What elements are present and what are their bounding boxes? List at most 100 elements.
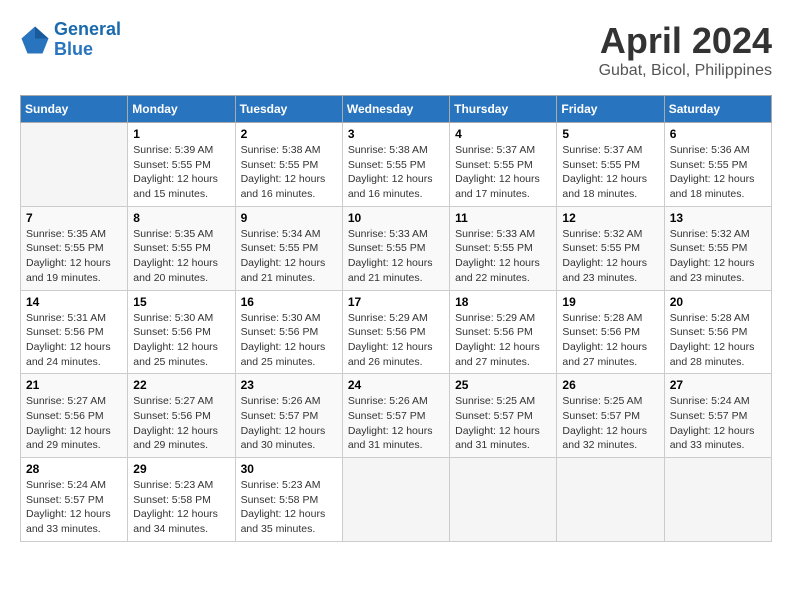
day-number: 30 (241, 462, 337, 476)
calendar-cell: 15 Sunrise: 5:30 AMSunset: 5:56 PMDayligh… (128, 290, 235, 374)
day-info: Sunrise: 5:27 AMSunset: 5:56 PMDaylight:… (133, 394, 229, 453)
page-subtitle: Gubat, Bicol, Philippines (599, 62, 772, 80)
calendar-cell: 5 Sunrise: 5:37 AMSunset: 5:55 PMDaylight… (557, 123, 664, 207)
weekday-header: Wednesday (342, 96, 449, 123)
day-number: 6 (670, 127, 766, 141)
day-number: 17 (348, 295, 444, 309)
calendar-cell: 7 Sunrise: 5:35 AMSunset: 5:55 PMDaylight… (21, 206, 128, 290)
day-info: Sunrise: 5:32 AMSunset: 5:55 PMDaylight:… (670, 227, 766, 286)
day-info: Sunrise: 5:25 AMSunset: 5:57 PMDaylight:… (562, 394, 658, 453)
day-number: 1 (133, 127, 229, 141)
calendar-week-row: 28 Sunrise: 5:24 AMSunset: 5:57 PMDayligh… (21, 458, 772, 542)
day-number: 9 (241, 211, 337, 225)
day-info: Sunrise: 5:29 AMSunset: 5:56 PMDaylight:… (348, 311, 444, 370)
day-info: Sunrise: 5:35 AMSunset: 5:55 PMDaylight:… (26, 227, 122, 286)
day-number: 16 (241, 295, 337, 309)
logo-text: General Blue (54, 20, 121, 60)
calendar-week-row: 21 Sunrise: 5:27 AMSunset: 5:56 PMDayligh… (21, 374, 772, 458)
calendar-cell (450, 458, 557, 542)
day-number: 12 (562, 211, 658, 225)
weekday-header: Friday (557, 96, 664, 123)
day-number: 7 (26, 211, 122, 225)
day-info: Sunrise: 5:28 AMSunset: 5:56 PMDaylight:… (670, 311, 766, 370)
day-info: Sunrise: 5:23 AMSunset: 5:58 PMDaylight:… (241, 478, 337, 537)
calendar-cell: 13 Sunrise: 5:32 AMSunset: 5:55 PMDayligh… (664, 206, 771, 290)
weekday-header: Saturday (664, 96, 771, 123)
day-info: Sunrise: 5:37 AMSunset: 5:55 PMDaylight:… (562, 143, 658, 202)
weekday-header: Sunday (21, 96, 128, 123)
day-number: 15 (133, 295, 229, 309)
day-number: 25 (455, 378, 551, 392)
day-info: Sunrise: 5:38 AMSunset: 5:55 PMDaylight:… (241, 143, 337, 202)
day-info: Sunrise: 5:23 AMSunset: 5:58 PMDaylight:… (133, 478, 229, 537)
day-info: Sunrise: 5:28 AMSunset: 5:56 PMDaylight:… (562, 311, 658, 370)
day-info: Sunrise: 5:27 AMSunset: 5:56 PMDaylight:… (26, 394, 122, 453)
day-number: 27 (670, 378, 766, 392)
calendar-cell: 2Sunrise: 5:38 AMSunset: 5:55 PMDaylight… (235, 123, 342, 207)
day-info: Sunrise: 5:39 AMSunset: 5:55 PMDaylight:… (133, 143, 229, 202)
day-info: Sunrise: 5:32 AMSunset: 5:55 PMDaylight:… (562, 227, 658, 286)
calendar-cell: 29 Sunrise: 5:23 AMSunset: 5:58 PMDayligh… (128, 458, 235, 542)
calendar-cell: 14Sunrise: 5:31 AMSunset: 5:56 PMDayligh… (21, 290, 128, 374)
calendar-cell: 26 Sunrise: 5:25 AMSunset: 5:57 PMDayligh… (557, 374, 664, 458)
page-header: General Blue April 2024 Gubat, Bicol, Ph… (20, 20, 772, 80)
day-number: 19 (562, 295, 658, 309)
day-number: 26 (562, 378, 658, 392)
calendar-cell: 19 Sunrise: 5:28 AMSunset: 5:56 PMDayligh… (557, 290, 664, 374)
logo-line2: Blue (54, 39, 93, 59)
calendar-cell: 18 Sunrise: 5:29 AMSunset: 5:56 PMDayligh… (450, 290, 557, 374)
day-number: 5 (562, 127, 658, 141)
day-info: Sunrise: 5:31 AMSunset: 5:56 PMDaylight:… (26, 311, 122, 370)
logo-line1: General (54, 19, 121, 39)
calendar-cell: 20 Sunrise: 5:28 AMSunset: 5:56 PMDayligh… (664, 290, 771, 374)
calendar-cell: 22 Sunrise: 5:27 AMSunset: 5:56 PMDayligh… (128, 374, 235, 458)
calendar-cell: 21 Sunrise: 5:27 AMSunset: 5:56 PMDayligh… (21, 374, 128, 458)
calendar-cell: 16Sunrise: 5:30 AMSunset: 5:56 PMDayligh… (235, 290, 342, 374)
calendar-week-row: 1 Sunrise: 5:39 AMSunset: 5:55 PMDaylight… (21, 123, 772, 207)
day-number: 3 (348, 127, 444, 141)
day-number: 18 (455, 295, 551, 309)
day-number: 22 (133, 378, 229, 392)
day-number: 28 (26, 462, 122, 476)
calendar-cell: 9 Sunrise: 5:34 AMSunset: 5:55 PMDaylight… (235, 206, 342, 290)
calendar-cell (664, 458, 771, 542)
calendar-cell: 27 Sunrise: 5:24 AMSunset: 5:57 PMDayligh… (664, 374, 771, 458)
page-title: April 2024 (599, 20, 772, 62)
header-row: SundayMondayTuesdayWednesdayThursdayFrid… (21, 96, 772, 123)
calendar-cell: 12 Sunrise: 5:32 AMSunset: 5:55 PMDayligh… (557, 206, 664, 290)
calendar-cell (21, 123, 128, 207)
day-info: Sunrise: 5:24 AMSunset: 5:57 PMDaylight:… (670, 394, 766, 453)
calendar-cell: 30 Sunrise: 5:23 AMSunset: 5:58 PMDayligh… (235, 458, 342, 542)
day-number: 4 (455, 127, 551, 141)
calendar-cell: 6 Sunrise: 5:36 AMSunset: 5:55 PMDaylight… (664, 123, 771, 207)
calendar-cell: 17 Sunrise: 5:29 AMSunset: 5:56 PMDayligh… (342, 290, 449, 374)
day-number: 21 (26, 378, 122, 392)
calendar-cell: 24Sunrise: 5:26 AMSunset: 5:57 PMDayligh… (342, 374, 449, 458)
calendar-cell: 1 Sunrise: 5:39 AMSunset: 5:55 PMDaylight… (128, 123, 235, 207)
day-info: Sunrise: 5:24 AMSunset: 5:57 PMDaylight:… (26, 478, 122, 537)
calendar-cell: 8Sunrise: 5:35 AMSunset: 5:55 PMDaylight… (128, 206, 235, 290)
logo: General Blue (20, 20, 121, 60)
day-info: Sunrise: 5:34 AMSunset: 5:55 PMDaylight:… (241, 227, 337, 286)
calendar-cell: 23 Sunrise: 5:26 AMSunset: 5:57 PMDayligh… (235, 374, 342, 458)
day-info: Sunrise: 5:30 AMSunset: 5:56 PMDaylight:… (133, 311, 229, 370)
weekday-header: Thursday (450, 96, 557, 123)
day-number: 29 (133, 462, 229, 476)
day-info: Sunrise: 5:26 AMSunset: 5:57 PMDaylight:… (241, 394, 337, 453)
calendar-cell: 10Sunrise: 5:33 AMSunset: 5:55 PMDayligh… (342, 206, 449, 290)
calendar-cell (342, 458, 449, 542)
day-info: Sunrise: 5:33 AMSunset: 5:55 PMDaylight:… (348, 227, 444, 286)
day-info: Sunrise: 5:29 AMSunset: 5:56 PMDaylight:… (455, 311, 551, 370)
calendar-cell (557, 458, 664, 542)
title-block: April 2024 Gubat, Bicol, Philippines (599, 20, 772, 80)
day-number: 20 (670, 295, 766, 309)
day-info: Sunrise: 5:38 AMSunset: 5:55 PMDaylight:… (348, 143, 444, 202)
day-number: 13 (670, 211, 766, 225)
logo-icon (20, 25, 50, 55)
day-info: Sunrise: 5:25 AMSunset: 5:57 PMDaylight:… (455, 394, 551, 453)
day-info: Sunrise: 5:37 AMSunset: 5:55 PMDaylight:… (455, 143, 551, 202)
calendar-week-row: 7 Sunrise: 5:35 AMSunset: 5:55 PMDaylight… (21, 206, 772, 290)
day-number: 23 (241, 378, 337, 392)
calendar-cell: 4 Sunrise: 5:37 AMSunset: 5:55 PMDaylight… (450, 123, 557, 207)
day-info: Sunrise: 5:36 AMSunset: 5:55 PMDaylight:… (670, 143, 766, 202)
